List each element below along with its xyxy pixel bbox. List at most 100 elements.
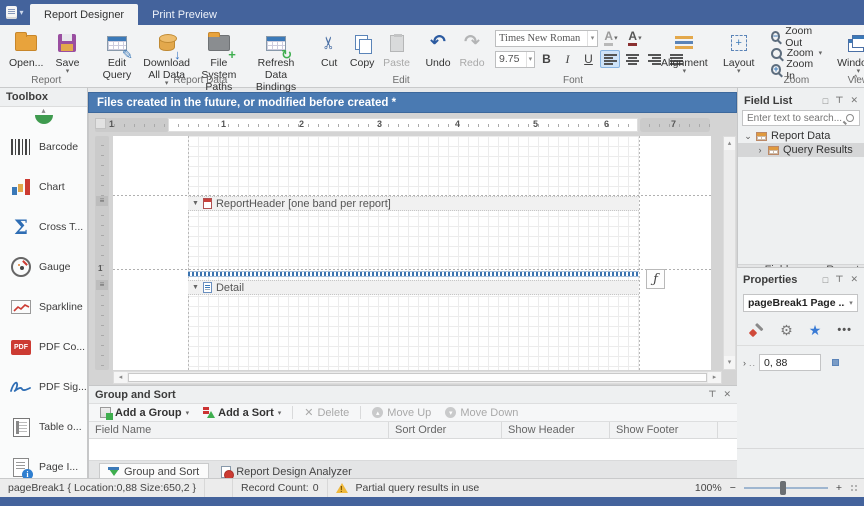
scroll-left-icon[interactable]: ◂ bbox=[114, 372, 127, 383]
font-family-input[interactable] bbox=[496, 31, 587, 46]
layout-button[interactable]: + Layout ▾ bbox=[718, 28, 760, 76]
pin-icon[interactable]: ⊤ bbox=[708, 389, 716, 400]
save-button[interactable]: Save ▾ bbox=[47, 28, 87, 76]
resize-grip-icon[interactable] bbox=[850, 484, 858, 492]
move-up-button[interactable]: ▴ Move Up bbox=[366, 406, 437, 420]
chevron-down-icon[interactable]: ▾ bbox=[587, 31, 597, 46]
property-row-location[interactable]: › .. bbox=[737, 346, 864, 379]
collapse-band-icon[interactable]: ▼ bbox=[192, 200, 199, 207]
close-icon[interactable]: ✕ bbox=[850, 95, 858, 106]
appearance-brush-icon[interactable] bbox=[749, 322, 764, 337]
tree-node-query-results[interactable]: › Query Results bbox=[738, 143, 864, 157]
selected-control-combo[interactable]: pageBreak1 Page ... ▾ bbox=[743, 294, 858, 312]
gauge-icon bbox=[11, 257, 31, 277]
column-header-sort-order[interactable]: Sort Order bbox=[389, 422, 502, 438]
toolbox-item-chart[interactable]: Chart bbox=[0, 167, 87, 207]
design-horizontal-scrollbar[interactable]: ◂ ▸ bbox=[113, 371, 722, 384]
float-icon[interactable]: □ bbox=[823, 96, 828, 106]
add-sort-button[interactable]: Add a Sort ▾ bbox=[197, 406, 287, 420]
windows-button[interactable]: Windows ▾ bbox=[833, 28, 864, 76]
font-color-button[interactable]: A▾ bbox=[624, 29, 646, 47]
toolbox-item-pdf-content[interactable]: PDF PDF Co... bbox=[0, 327, 87, 367]
column-header-field-name[interactable]: Field Name bbox=[89, 422, 389, 438]
band-grip-icon[interactable]: ≡ bbox=[96, 196, 108, 206]
highlight-color-button[interactable]: A▾ bbox=[600, 29, 622, 47]
zoom-out-button[interactable]: − Zoom Out bbox=[766, 29, 827, 44]
pin-icon[interactable]: ⊤ bbox=[835, 95, 843, 106]
report-page[interactable]: ▼ ReportHeader [one band per report] ▼ D… bbox=[113, 136, 711, 370]
add-group-button[interactable]: Add a Group ▾ bbox=[94, 406, 195, 420]
field-search-input[interactable] bbox=[743, 113, 846, 124]
chevron-right-icon[interactable]: › bbox=[756, 145, 764, 155]
table-icon bbox=[756, 132, 767, 141]
tab-print-preview[interactable]: Print Preview bbox=[138, 4, 231, 25]
toolbox-item-gauge[interactable]: Gauge bbox=[0, 247, 87, 287]
float-icon[interactable]: □ bbox=[823, 275, 828, 285]
align-left-button[interactable] bbox=[600, 50, 620, 68]
cut-button[interactable]: ✂ Cut bbox=[313, 28, 345, 71]
close-icon[interactable]: ✕ bbox=[850, 274, 858, 285]
pagebreak-control-selected[interactable] bbox=[188, 271, 639, 277]
move-down-button[interactable]: ▾ Move Down bbox=[439, 406, 524, 420]
column-header-show-footer[interactable]: Show Footer bbox=[610, 422, 718, 438]
app-menu-button[interactable]: ▾ bbox=[0, 0, 30, 25]
scroll-up-icon[interactable]: ▴ bbox=[724, 137, 735, 150]
redo-button[interactable]: ↷ Redo bbox=[455, 28, 489, 71]
more-options-icon[interactable]: ••• bbox=[837, 324, 852, 336]
toolbox-item-crosstab[interactable]: Σ Cross T... bbox=[0, 207, 87, 247]
scroll-down-icon[interactable]: ▾ bbox=[724, 356, 735, 369]
toolbox-item-pdf-signature[interactable]: PDF Sig... bbox=[0, 367, 87, 407]
design-vertical-scrollbar[interactable]: ▴ ▾ bbox=[723, 136, 736, 370]
ribbon-collapse-button[interactable]: ^ bbox=[853, 74, 858, 85]
open-button[interactable]: Open... bbox=[5, 28, 47, 71]
scroll-right-icon[interactable]: ▸ bbox=[708, 372, 721, 383]
band-header-reportheader[interactable]: ▼ ReportHeader [one band per report] bbox=[188, 196, 639, 211]
scrollbar-thumb[interactable] bbox=[128, 373, 707, 382]
font-family-combo[interactable]: ▾ bbox=[495, 30, 598, 47]
copy-button[interactable]: Copy bbox=[345, 28, 379, 71]
tab-report-designer[interactable]: Report Designer bbox=[30, 4, 138, 25]
property-marker-icon[interactable] bbox=[832, 359, 839, 366]
band-grip-icon[interactable]: ≡ bbox=[96, 280, 108, 290]
design-surface[interactable]: 1 1 2 3 4 5 6 7 ≡ 1 ≡ ▼ ReportHeader [on… bbox=[88, 113, 737, 385]
expression-fx-button[interactable]: ƒ bbox=[646, 269, 665, 289]
underline-button[interactable]: U bbox=[579, 50, 598, 68]
chevron-down-icon[interactable]: ⌄ bbox=[744, 131, 752, 142]
italic-button[interactable]: I bbox=[558, 50, 577, 68]
collapse-band-icon[interactable]: ▼ bbox=[192, 284, 199, 291]
delete-button[interactable]: ✕ Delete bbox=[298, 405, 355, 420]
location-value-input[interactable] bbox=[759, 354, 821, 371]
align-center-button[interactable] bbox=[622, 50, 642, 68]
statusbar-spacer bbox=[205, 479, 233, 497]
field-search-box[interactable] bbox=[742, 110, 860, 126]
bold-button[interactable]: B bbox=[537, 50, 556, 68]
undo-button[interactable]: ↶ Undo bbox=[421, 28, 455, 71]
band-header-detail[interactable]: ▼ Detail bbox=[188, 280, 639, 295]
toolbox-item-sparkline[interactable]: Sparkline bbox=[0, 287, 87, 327]
font-size-input[interactable] bbox=[496, 52, 526, 67]
column-header-show-header[interactable]: Show Header bbox=[502, 422, 610, 438]
zoom-slider-handle[interactable] bbox=[780, 481, 786, 495]
close-icon[interactable]: ✕ bbox=[723, 389, 731, 400]
table-of-contents-icon bbox=[13, 418, 30, 437]
font-size-combo[interactable]: ▾ bbox=[495, 51, 535, 68]
zoom-slider[interactable] bbox=[744, 481, 828, 495]
pin-icon[interactable]: ⊤ bbox=[835, 274, 843, 285]
chevron-right-icon[interactable]: › bbox=[743, 358, 746, 368]
tree-node-report-data[interactable]: ⌄ Report Data bbox=[738, 129, 864, 143]
plus-icon: + bbox=[228, 48, 236, 61]
group-sort-empty-list[interactable] bbox=[89, 439, 737, 461]
zoom-minus-button[interactable]: − bbox=[730, 482, 736, 494]
chevron-down-icon[interactable]: ▾ bbox=[526, 52, 534, 67]
alignment-button[interactable]: Alignment ▾ bbox=[657, 28, 712, 76]
design-grid[interactable] bbox=[188, 136, 639, 370]
favorites-star-icon[interactable]: ★ bbox=[809, 323, 822, 337]
toolbox-item-partial[interactable] bbox=[0, 115, 87, 127]
paste-button[interactable]: Paste bbox=[379, 28, 414, 71]
toolbox-scroll-up[interactable]: ▴ bbox=[0, 107, 87, 115]
undo-icon: ↶ bbox=[430, 34, 446, 52]
zoom-plus-button[interactable]: + bbox=[836, 482, 842, 494]
wrench-icon[interactable]: ⚙ bbox=[780, 323, 793, 337]
toolbox-item-table-of-contents[interactable]: Table o... bbox=[0, 407, 87, 447]
toolbox-item-barcode[interactable]: Barcode bbox=[0, 127, 87, 167]
